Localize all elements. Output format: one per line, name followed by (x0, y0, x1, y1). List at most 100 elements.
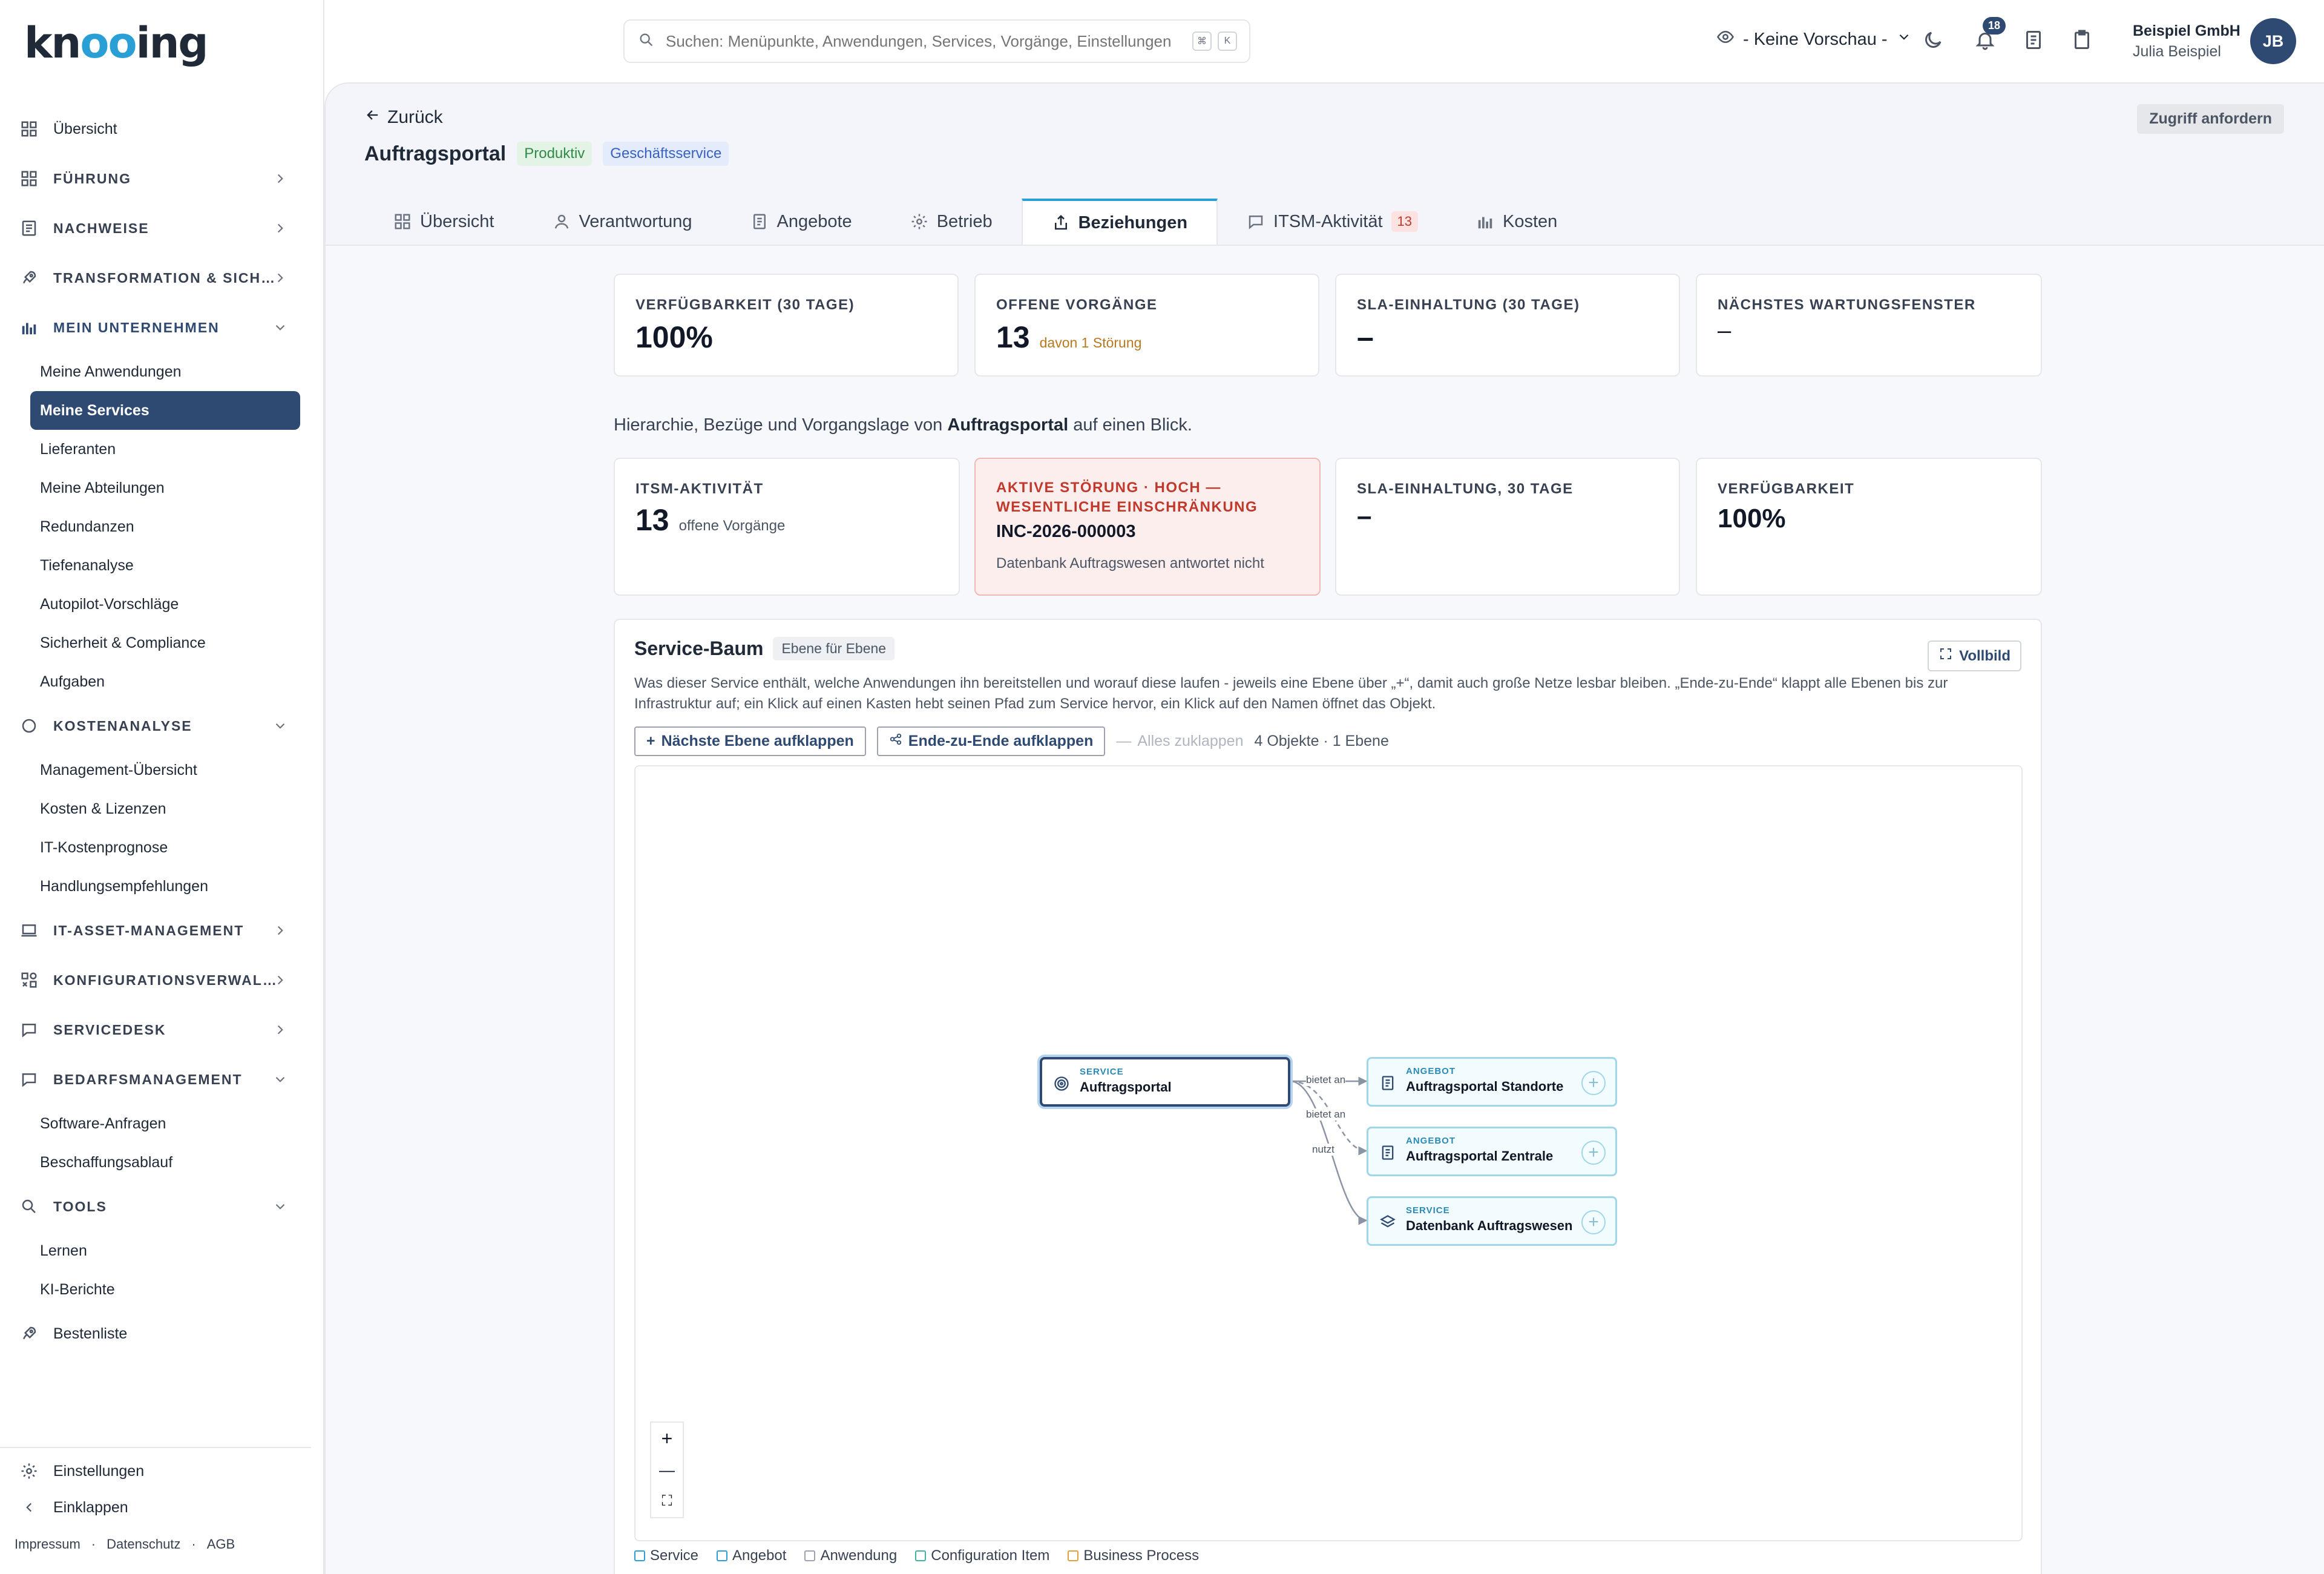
link-agb[interactable]: AGB (207, 1536, 235, 1552)
sidebar-section-transformation[interactable]: TRANSFORMATION & SICH… (0, 253, 324, 303)
user-menu[interactable]: Beispiel GmbH Julia Beispiel (2133, 21, 2240, 62)
sidebar-item-management[interactable]: Management-Übersicht (0, 751, 305, 789)
kpi-label: OFFENE VORGÄNGE (996, 297, 1158, 313)
target-icon (1053, 1075, 1070, 1092)
kpi-value: 100% (635, 320, 713, 354)
edge-label: bietet an (1306, 1108, 1346, 1121)
request-access-button[interactable]: Zugriff anfordern (2137, 104, 2284, 134)
expand-node-button[interactable]: + (1581, 1071, 1606, 1095)
share-icon (1052, 214, 1070, 232)
sidebar-section-tools[interactable]: TOOLS (0, 1182, 324, 1231)
main-content: Zurück Auftragsportal Produktiv Geschäft… (324, 82, 2324, 1574)
expand-node-button[interactable]: + (1581, 1210, 1606, 1234)
kbd-k: K (1218, 31, 1237, 51)
sidebar-item-aufgaben[interactable]: Aufgaben (0, 662, 305, 701)
link-impressum[interactable]: Impressum (15, 1536, 80, 1552)
knooing-logo[interactable]: knooing (24, 18, 209, 68)
back-link[interactable]: Zurück (364, 107, 443, 128)
tab-verantwortung[interactable]: Verantwortung (524, 199, 721, 245)
sidebar-section-it-asset[interactable]: IT-ASSET-MANAGEMENT (0, 906, 324, 955)
node-title[interactable]: Auftragsportal (1080, 1079, 1288, 1095)
expand-end-to-end-button[interactable]: Ende-zu-Ende aufklappen (876, 726, 1106, 756)
sidebar-item-meine-anwendungen[interactable]: Meine Anwendungen (0, 352, 305, 391)
kpi-value: 13 (996, 320, 1030, 354)
tree-node-service-datenbank[interactable]: SERVICE Datenbank Auftragswesen + (1367, 1196, 1617, 1246)
summary-card-itsm[interactable]: ITSM-AKTIVITÄT 13 offene Vorgänge (614, 458, 960, 596)
global-search[interactable]: ⌘ K (623, 19, 1250, 63)
zoom-in-button[interactable]: + (651, 1423, 683, 1454)
status-badge: Produktiv (517, 142, 592, 166)
sidebar-item-lernen[interactable]: Lernen (0, 1231, 305, 1270)
document-icon[interactable] (2023, 29, 2047, 53)
share-nodes-icon (889, 733, 902, 750)
tab-kosten[interactable]: Kosten (1447, 199, 1586, 245)
tab-uebersicht[interactable]: Übersicht (364, 199, 524, 245)
sidebar-item-sicherheit[interactable]: Sicherheit & Compliance (0, 624, 305, 662)
kpi-value: – (1357, 320, 1374, 354)
sidebar-section-servicedesk[interactable]: SERVICEDESK (0, 1005, 324, 1055)
footer-separator: · (191, 1536, 196, 1552)
link-datenschutz[interactable]: Datenschutz (107, 1536, 180, 1552)
legend-item-angebot: Angebot (717, 1547, 786, 1564)
sidebar-section-mein-unternehmen[interactable]: MEIN UNTERNEHMEN (0, 303, 324, 352)
legend-label: Anwendung (820, 1547, 898, 1564)
sidebar-item-uebersicht[interactable]: Übersicht (0, 104, 324, 154)
button-label: Ende-zu-Ende aufklappen (908, 733, 1094, 749)
legend-swatch (634, 1550, 645, 1561)
clipboard-icon[interactable] (2071, 29, 2095, 53)
tab-angebote[interactable]: Angebote (721, 199, 881, 245)
graph-canvas[interactable]: bietet an bietet an nutzt SERVICE Auftra… (634, 765, 2023, 1541)
expand-node-button[interactable]: + (1581, 1141, 1606, 1165)
sidebar-section-kostenanalyse[interactable]: KOSTENANALYSE (0, 701, 324, 751)
sidebar-item-einklappen[interactable]: Einklappen (0, 1489, 324, 1526)
theme-toggle-icon[interactable] (1922, 29, 1946, 53)
sidebar-item-meine-services[interactable]: Meine Services (30, 391, 300, 430)
fit-view-button[interactable]: ⛶ (651, 1486, 683, 1517)
tab-betrieb[interactable]: Betrieb (881, 199, 1022, 245)
sidebar-item-kosten-lizenzen[interactable]: Kosten & Lizenzen (0, 789, 305, 828)
sidebar-section-fuehrung[interactable]: FÜHRUNG (0, 154, 324, 203)
tree-node-angebot-zentrale[interactable]: ANGEBOT Auftragsportal Zentrale + (1367, 1127, 1617, 1176)
legend-swatch (804, 1550, 816, 1561)
sidebar-item-beschaffungsablauf[interactable]: Beschaffungsablauf (0, 1143, 305, 1182)
sidebar-item-it-kostenprognose[interactable]: IT-Kostenprognose (0, 828, 305, 867)
tab-label: Angebote (776, 211, 852, 231)
document-icon (750, 212, 769, 231)
tree-node-service-auftragsportal[interactable]: SERVICE Auftragsportal (1040, 1057, 1290, 1107)
service-tree-panel: Service-Baum Ebene für Ebene Vollbild Wa… (614, 619, 2042, 1574)
org-name: Beispiel GmbH (2133, 22, 2240, 39)
fullscreen-button[interactable]: Vollbild (1928, 640, 2021, 671)
sidebar-item-redundanzen[interactable]: Redundanzen (0, 507, 305, 546)
summary-card-stoerung[interactable]: AKTIVE STÖRUNG · HOCH — WESENTLICHE EINS… (974, 458, 1321, 596)
collapse-all-button[interactable]: — Alles zuklappen (1116, 728, 1243, 755)
expand-next-level-button[interactable]: + Nächste Ebene aufklappen (634, 726, 866, 756)
gear-icon (18, 1460, 40, 1482)
sidebar-section-bedarfsmanagement[interactable]: BEDARFSMANAGEMENT (0, 1055, 324, 1104)
sidebar: knooing Übersicht FÜHRUNG NACHWEISE TRAN… (0, 0, 324, 1574)
sidebar-item-autopilot[interactable]: Autopilot-Vorschläge (0, 585, 305, 624)
sidebar-item-einstellungen[interactable]: Einstellungen (0, 1453, 324, 1489)
sidebar-item-tiefenanalyse[interactable]: Tiefenanalyse (0, 546, 305, 585)
tree-node-angebot-standorte[interactable]: ANGEBOT Auftragsportal Standorte + (1367, 1057, 1617, 1107)
zoom-out-button[interactable]: — (651, 1454, 683, 1486)
chevron-down-icon (272, 320, 288, 335)
search-input[interactable] (666, 31, 1186, 51)
sidebar-section-nachweise[interactable]: NACHWEISE (0, 203, 324, 253)
sidebar-item-meine-abteilungen[interactable]: Meine Abteilungen (0, 469, 305, 507)
sidebar-divider (0, 1447, 311, 1448)
sidebar-item-bestenliste[interactable]: Bestenliste (0, 1309, 324, 1358)
tab-itsm[interactable]: ITSM-Aktivität 13 (1218, 199, 1447, 245)
fullscreen-label: Vollbild (1959, 647, 2011, 664)
sidebar-section-label: KOSTENANALYSE (53, 717, 192, 734)
tree-meta: 4 Objekte · 1 Ebene (1254, 733, 1389, 749)
kpi-card-verfuegbarkeit: VERFÜGBARKEIT (30 TAGE) 100% (614, 274, 959, 377)
sidebar-item-software-anfragen[interactable]: Software-Anfragen (0, 1104, 305, 1143)
sidebar-item-lieferanten[interactable]: Lieferanten (0, 430, 305, 469)
sidebar-item-handlungsempfehlungen[interactable]: Handlungsempfehlungen (0, 867, 305, 906)
preview-select[interactable]: - Keine Vorschau - (1716, 28, 1912, 51)
sidebar-section-konfiguration[interactable]: KONFIGURATIONSVERWAL… (0, 955, 324, 1005)
tab-beziehungen[interactable]: Beziehungen (1021, 199, 1218, 245)
sidebar-item-ki-berichte[interactable]: KI-Berichte (0, 1270, 305, 1309)
avatar[interactable]: JB (2250, 18, 2296, 64)
kpi-label: VERFÜGBARKEIT (30 TAGE) (635, 297, 855, 313)
